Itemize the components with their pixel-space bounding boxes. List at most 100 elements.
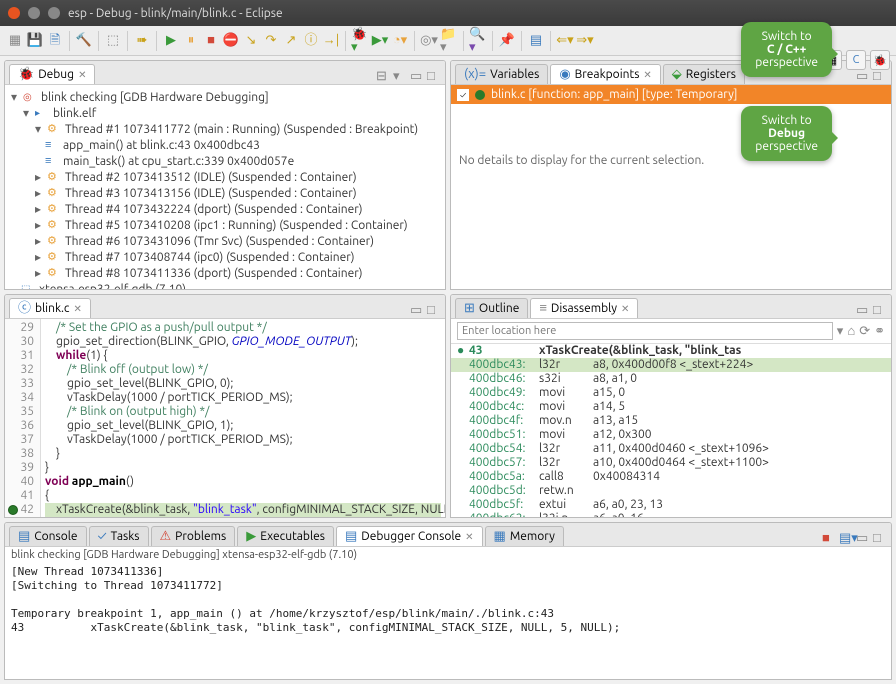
target-icon bbox=[23, 90, 37, 104]
close-icon[interactable]: ✕ bbox=[643, 69, 651, 81]
disconnect-icon[interactable]: ⛔ bbox=[222, 32, 240, 50]
close-icon[interactable]: ✕ bbox=[78, 69, 86, 81]
debug-icon[interactable]: 🐞▾ bbox=[351, 32, 369, 50]
checkbox-icon[interactable]: ✓ bbox=[457, 89, 469, 101]
outline-icon: ⊞ bbox=[464, 302, 475, 315]
thread-row[interactable]: ▸Thread #4 1073432224 (dport) (Suspended… bbox=[9, 201, 441, 217]
tab-memory[interactable]: ▦Memory bbox=[485, 526, 564, 546]
tab-console[interactable]: ▤Console bbox=[9, 526, 87, 546]
stack-frame-row[interactable]: app_main() at blink.c:43 0x400dbc43 bbox=[9, 137, 441, 153]
tab-blink-c[interactable]: ⓒ blink.c ✕ bbox=[9, 298, 91, 318]
maximize-icon[interactable]: □ bbox=[873, 70, 887, 84]
tab-tasks[interactable]: ✓Tasks bbox=[89, 526, 149, 546]
search-icon[interactable]: 🔍▾ bbox=[469, 32, 487, 50]
window-minimize-icon[interactable] bbox=[28, 7, 40, 19]
maximize-icon[interactable]: □ bbox=[427, 304, 441, 318]
console-output[interactable]: [New Thread 1073411336] [Switching to Th… bbox=[5, 563, 891, 637]
maximize-icon[interactable]: □ bbox=[427, 70, 441, 84]
thread-row[interactable]: ▸Thread #5 1073410208 (ipc1 : Running) (… bbox=[9, 217, 441, 233]
thread-row[interactable]: ▸Thread #8 1073411336 (dport) (Suspended… bbox=[9, 265, 441, 281]
open-type-icon[interactable]: ▤ bbox=[527, 32, 545, 50]
tab-variables[interactable]: (x)=Variables bbox=[455, 64, 548, 84]
minimize-icon[interactable]: ▭ bbox=[410, 304, 424, 318]
close-icon[interactable]: ✕ bbox=[465, 531, 473, 543]
tab-registers[interactable]: ⬙Registers bbox=[663, 64, 745, 84]
disasm-line[interactable]: 400dbc62:l32i.na6, a0, 16 bbox=[451, 512, 891, 517]
tab-debugger-console[interactable]: ▤Debugger Console✕ bbox=[336, 526, 483, 546]
step-return-icon[interactable]: ↗ bbox=[282, 32, 300, 50]
link-icon[interactable]: ⚭ bbox=[874, 325, 885, 338]
window-maximize-icon[interactable] bbox=[48, 7, 60, 19]
debug-tree[interactable]: ▾blink checking [GDB Hardware Debugging]… bbox=[5, 85, 445, 289]
thread-row[interactable]: ▸Thread #2 1073413512 (IDLE) (Suspended … bbox=[9, 169, 441, 185]
back-icon[interactable]: ⇐▾ bbox=[556, 32, 574, 50]
maximize-icon[interactable]: □ bbox=[873, 304, 887, 318]
forward-icon[interactable]: ⇒▾ bbox=[576, 32, 594, 50]
code-editor[interactable]: 293031323334353637383940414243➔4445 /* S… bbox=[5, 319, 445, 517]
save-all-icon[interactable]: 🗎 bbox=[46, 32, 64, 50]
disassembly-icon: ≡ bbox=[539, 302, 547, 315]
thread-row[interactable]: ▸Thread #6 1073431096 (Tmr Svc) (Suspend… bbox=[9, 233, 441, 249]
close-icon[interactable]: ✕ bbox=[621, 303, 629, 315]
disasm-line[interactable]: 400dbc5f:extuia6, a0, 23, 13 bbox=[451, 498, 891, 512]
console-select-icon[interactable]: ▤▾ bbox=[839, 532, 853, 546]
disasm-line[interactable]: 400dbc5a:call80x40084314 bbox=[451, 470, 891, 484]
breakpoint-row[interactable]: ✓ blink.c [function: app_main] [type: Te… bbox=[451, 85, 891, 104]
run-icon[interactable]: ▶▾ bbox=[371, 32, 389, 50]
disasm-line[interactable]: 400dbc51:movia12, 0x300 bbox=[451, 428, 891, 442]
save-icon[interactable]: 💾 bbox=[26, 32, 44, 50]
disasm-line[interactable]: 400dbc43:l32ra8, 0x400d00f8 <_stext+224> bbox=[451, 358, 891, 372]
stop-icon[interactable]: ■ bbox=[822, 532, 836, 546]
suspend-icon[interactable]: ⏸ bbox=[182, 32, 200, 50]
step-into-icon[interactable]: ↘ bbox=[242, 32, 260, 50]
maximize-icon[interactable]: □ bbox=[873, 532, 887, 546]
thread-row[interactable]: ▸Thread #3 1073413156 (IDLE) (Suspended … bbox=[9, 185, 441, 201]
minimize-icon[interactable]: ▭ bbox=[856, 304, 870, 318]
step-over-icon[interactable]: ↷ bbox=[262, 32, 280, 50]
view-menu-icon[interactable]: ▾ bbox=[393, 70, 407, 84]
refresh-icon[interactable]: ⟳ bbox=[859, 325, 870, 338]
toggle-icon[interactable]: ⬚ bbox=[104, 32, 122, 50]
terminate-icon[interactable]: ■ bbox=[202, 32, 220, 50]
profile-icon[interactable]: ◔▾ bbox=[391, 32, 409, 50]
disasm-location-input[interactable] bbox=[457, 322, 833, 340]
minimize-icon[interactable]: ▭ bbox=[856, 70, 870, 84]
window-close-icon[interactable] bbox=[8, 7, 20, 19]
home-icon[interactable]: ⌂ bbox=[847, 325, 855, 338]
tab-problems[interactable]: ⚠Problems bbox=[151, 526, 236, 546]
tab-disassembly[interactable]: ≡Disassembly✕ bbox=[530, 298, 638, 318]
disasm-line[interactable]: 400dbc57:l32ra10, 0x400d0464 <_stext+110… bbox=[451, 456, 891, 470]
stack-frame-row[interactable]: main_task() at cpu_start.c:339 0x400d057… bbox=[9, 153, 441, 169]
disasm-line[interactable]: 400dbc5d:retw.n bbox=[451, 484, 891, 498]
disasm-line[interactable]: 400dbc4f:mov.na13, a15 bbox=[451, 414, 891, 428]
tab-breakpoints[interactable]: ◉Breakpoints✕ bbox=[550, 64, 660, 84]
tab-outline[interactable]: ⊞Outline bbox=[455, 298, 528, 318]
dropdown-icon[interactable]: ▾ bbox=[837, 325, 844, 338]
tab-label: Problems bbox=[175, 530, 226, 543]
tab-debug[interactable]: 🐞 Debug ✕ bbox=[9, 64, 95, 84]
new-icon[interactable]: ▦ bbox=[6, 32, 24, 50]
debug-perspective-button[interactable]: 🐞 bbox=[870, 50, 890, 70]
collapse-icon[interactable]: ⊟ bbox=[376, 70, 390, 84]
thread-row[interactable]: ▾Thread #1 1073411772 (main : Running) (… bbox=[9, 121, 441, 137]
new-class-icon[interactable]: ◎▾ bbox=[420, 32, 438, 50]
run-to-line-icon[interactable]: →| bbox=[322, 32, 340, 50]
tab-label: Debugger Console bbox=[361, 530, 461, 543]
disasm-line[interactable]: 400dbc54:l32ra11, 0x400d0460 <_stext+109… bbox=[451, 442, 891, 456]
cpp-perspective-button[interactable]: C bbox=[846, 50, 866, 70]
minimize-icon[interactable]: ▭ bbox=[410, 70, 424, 84]
instr-step-icon[interactable]: ⓘ bbox=[302, 32, 320, 50]
close-icon[interactable]: ✕ bbox=[74, 303, 82, 315]
disasm-line[interactable]: 400dbc4c:movia14, 5 bbox=[451, 400, 891, 414]
build-icon[interactable]: 🔨 bbox=[75, 32, 93, 50]
pin-icon[interactable]: 📌 bbox=[498, 32, 516, 50]
tab-executables[interactable]: ▶Executables bbox=[237, 526, 334, 546]
new-folder-icon[interactable]: 📁▾ bbox=[440, 32, 458, 50]
disasm-line[interactable]: 400dbc46:s32ia8, a1, 0 bbox=[451, 372, 891, 386]
disasm-line[interactable]: 400dbc49:movia15, 0 bbox=[451, 386, 891, 400]
disassembly-view[interactable]: ●43xTaskCreate(&blink_task, "blink_tas40… bbox=[451, 344, 891, 517]
thread-row[interactable]: ▸Thread #7 1073408744 (ipc0) (Suspended … bbox=[9, 249, 441, 265]
resume-icon[interactable]: ▶ bbox=[162, 32, 180, 50]
minimize-icon[interactable]: ▭ bbox=[856, 532, 870, 546]
skip-bp-icon[interactable]: ➠ bbox=[133, 32, 151, 50]
